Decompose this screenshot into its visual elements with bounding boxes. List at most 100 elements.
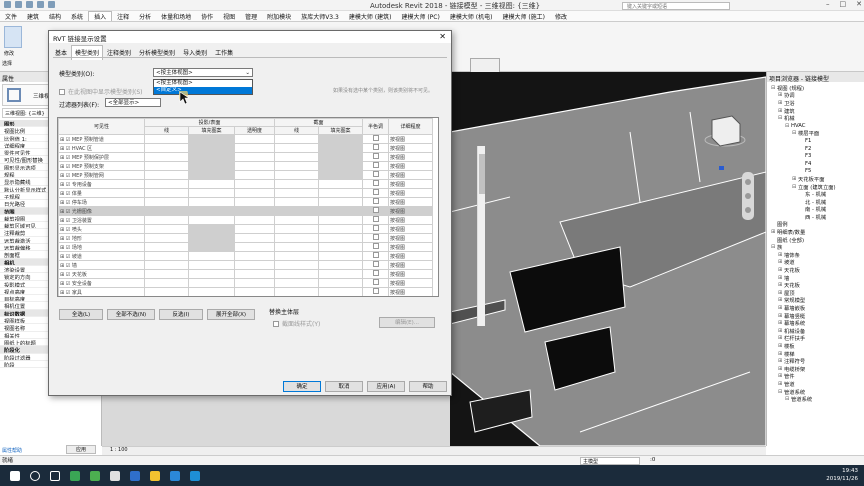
override-cell[interactable] bbox=[274, 242, 320, 252]
detail-level-cell[interactable]: 按视图 bbox=[388, 278, 434, 288]
expand-check-icon[interactable]: ⊞ ☑ bbox=[60, 182, 72, 188]
category-row[interactable]: ⊞ ☑ MEP 预制保护层 按视图 bbox=[58, 152, 434, 162]
override-cell[interactable] bbox=[188, 152, 235, 162]
override-cell[interactable] bbox=[274, 197, 320, 207]
override-cell[interactable] bbox=[318, 206, 364, 216]
override-cell[interactable] bbox=[274, 269, 320, 279]
override-cell[interactable] bbox=[233, 152, 276, 162]
category-row[interactable]: ⊞ ☑ MEP 预制管道 按视图 bbox=[58, 134, 434, 144]
expand-check-icon[interactable]: ⊞ ☑ bbox=[60, 290, 72, 296]
override-cell[interactable] bbox=[274, 215, 320, 225]
category-row[interactable]: ⊞ ☑ 地形 按视图 bbox=[58, 233, 434, 243]
detail-level-cell[interactable]: 按视图 bbox=[388, 134, 434, 144]
halftone-cell[interactable] bbox=[362, 260, 390, 270]
override-cell[interactable] bbox=[144, 206, 189, 216]
ribbon-tabs[interactable]: 文件 建筑 结构 系统 插入 注释 分析 体量和场地 协作 视图 管理 附加模块 族库大师V3.3 建模大… bbox=[0, 11, 864, 22]
override-cell[interactable] bbox=[188, 260, 235, 270]
expand-check-icon[interactable]: ⊞ ☑ bbox=[60, 227, 72, 233]
override-cell[interactable] bbox=[318, 278, 364, 288]
halftone-checkbox[interactable] bbox=[372, 153, 379, 159]
close-icon[interactable]: ✕ bbox=[856, 0, 862, 8]
override-cell[interactable] bbox=[233, 215, 276, 225]
dialog-close-icon[interactable]: ✕ bbox=[439, 32, 446, 41]
category-name[interactable]: ⊞ ☑ 停车场 bbox=[58, 197, 145, 207]
category-name[interactable]: ⊞ ☑ 体量 bbox=[58, 188, 145, 198]
expand-check-icon[interactable]: ⊞ ☑ bbox=[60, 263, 72, 269]
override-cell[interactable] bbox=[233, 161, 276, 171]
halftone-cell[interactable] bbox=[362, 287, 390, 296]
halftone-checkbox[interactable] bbox=[372, 261, 379, 267]
detail-level-cell[interactable]: 按视图 bbox=[388, 287, 434, 296]
override-cell[interactable] bbox=[274, 260, 320, 270]
app-blue-icon[interactable] bbox=[170, 470, 180, 481]
override-cell[interactable] bbox=[274, 287, 320, 296]
ok-button[interactable]: 确定 bbox=[283, 381, 321, 392]
expand-check-icon[interactable]: ⊞ ☑ bbox=[60, 281, 72, 287]
halftone-cell[interactable] bbox=[362, 242, 390, 252]
detail-level-cell[interactable]: 按视图 bbox=[388, 260, 434, 270]
expand-check-icon[interactable]: ⊞ ☑ bbox=[60, 137, 72, 143]
minimize-icon[interactable]: – bbox=[826, 0, 830, 8]
override-cell[interactable] bbox=[188, 170, 235, 180]
halftone-cell[interactable] bbox=[362, 224, 390, 234]
grid-scrollbar[interactable] bbox=[477, 146, 485, 326]
expand-check-icon[interactable]: ⊞ ☑ bbox=[60, 173, 72, 179]
ribbon-tab[interactable]: 系统 bbox=[66, 12, 88, 21]
override-cell[interactable] bbox=[188, 215, 235, 225]
halftone-cell[interactable] bbox=[362, 134, 390, 144]
browser-item[interactable]: F2 bbox=[771, 145, 863, 153]
override-cell[interactable] bbox=[188, 224, 235, 234]
clock[interactable]: 19:43 2019/11/26 bbox=[826, 467, 858, 483]
override-cell[interactable] bbox=[144, 161, 189, 171]
app-icon[interactable] bbox=[4, 1, 11, 8]
override-cell[interactable] bbox=[188, 242, 235, 252]
cut-line-option[interactable]: 截面线样式(Y) bbox=[273, 319, 320, 328]
override-cell[interactable] bbox=[274, 179, 320, 189]
browser-item[interactable]: 图纸 (全部) bbox=[771, 236, 863, 244]
browser-item[interactable]: ⊟ 机械 bbox=[771, 114, 863, 122]
select-all-button[interactable]: 全选(L) bbox=[59, 309, 103, 320]
expand-check-icon[interactable]: ⊞ ☑ bbox=[60, 155, 72, 161]
category-name[interactable]: ⊞ ☑ 家具 bbox=[58, 287, 145, 296]
maximize-icon[interactable]: □ bbox=[840, 0, 847, 8]
override-cell[interactable] bbox=[144, 197, 189, 207]
category-name[interactable]: ⊞ ☑ MEP 预制管道 bbox=[58, 134, 145, 144]
category-name[interactable]: ⊞ ☑ MEP 预制支架 bbox=[58, 161, 145, 171]
expand-check-icon[interactable]: ⊞ ☑ bbox=[60, 191, 72, 197]
ribbon-tab[interactable]: 协作 bbox=[196, 12, 218, 21]
override-cell[interactable] bbox=[188, 233, 235, 243]
app-cloud-icon[interactable] bbox=[190, 470, 200, 481]
override-cell[interactable] bbox=[318, 242, 364, 252]
show-in-host-option[interactable]: 在此视图中显示模型类别(S) bbox=[59, 87, 143, 96]
detail-level-cell[interactable]: 按视图 bbox=[388, 215, 434, 225]
detail-level-cell[interactable]: 按视图 bbox=[388, 242, 434, 252]
properties-help-link[interactable]: 属性帮助 bbox=[2, 447, 22, 454]
halftone-checkbox[interactable] bbox=[372, 171, 379, 177]
category-row[interactable]: ⊞ ☑ 安全设备 按视图 bbox=[58, 278, 434, 288]
override-cell[interactable] bbox=[318, 260, 364, 270]
halftone-cell[interactable] bbox=[362, 251, 390, 261]
category-row[interactable]: ⊞ ☑ 卫浴装置 按视图 bbox=[58, 215, 434, 225]
category-row[interactable]: ⊞ ☑ 停车场 按视图 bbox=[58, 197, 434, 207]
override-cell[interactable] bbox=[233, 287, 276, 296]
halftone-checkbox[interactable] bbox=[372, 243, 379, 249]
override-cell[interactable] bbox=[233, 224, 276, 234]
modify-button-label[interactable]: 修改 bbox=[4, 50, 14, 57]
browser-item[interactable]: F3 bbox=[771, 152, 863, 160]
expand-check-icon[interactable]: ⊞ ☑ bbox=[60, 209, 72, 215]
apply-dialog-button[interactable]: 应用(A) bbox=[367, 381, 405, 392]
halftone-cell[interactable] bbox=[362, 152, 390, 162]
detail-level-cell[interactable]: 按视图 bbox=[388, 224, 434, 234]
halftone-checkbox[interactable] bbox=[372, 162, 379, 168]
override-cell[interactable] bbox=[318, 179, 364, 189]
override-cell[interactable] bbox=[274, 206, 320, 216]
override-cell[interactable] bbox=[274, 278, 320, 288]
override-cell[interactable] bbox=[274, 224, 320, 234]
detail-level-cell[interactable]: 按视图 bbox=[388, 143, 434, 153]
dropdown-option-selected[interactable]: <自定义> bbox=[154, 87, 252, 94]
ribbon-tab[interactable]: 建模大师 (建筑) bbox=[344, 12, 397, 21]
show-in-host-checkbox[interactable] bbox=[59, 88, 65, 95]
halftone-checkbox[interactable] bbox=[372, 252, 379, 258]
select-none-button[interactable]: 全部不选(N) bbox=[107, 309, 155, 320]
ribbon-tab[interactable]: 建模大师 (施工) bbox=[497, 12, 550, 21]
